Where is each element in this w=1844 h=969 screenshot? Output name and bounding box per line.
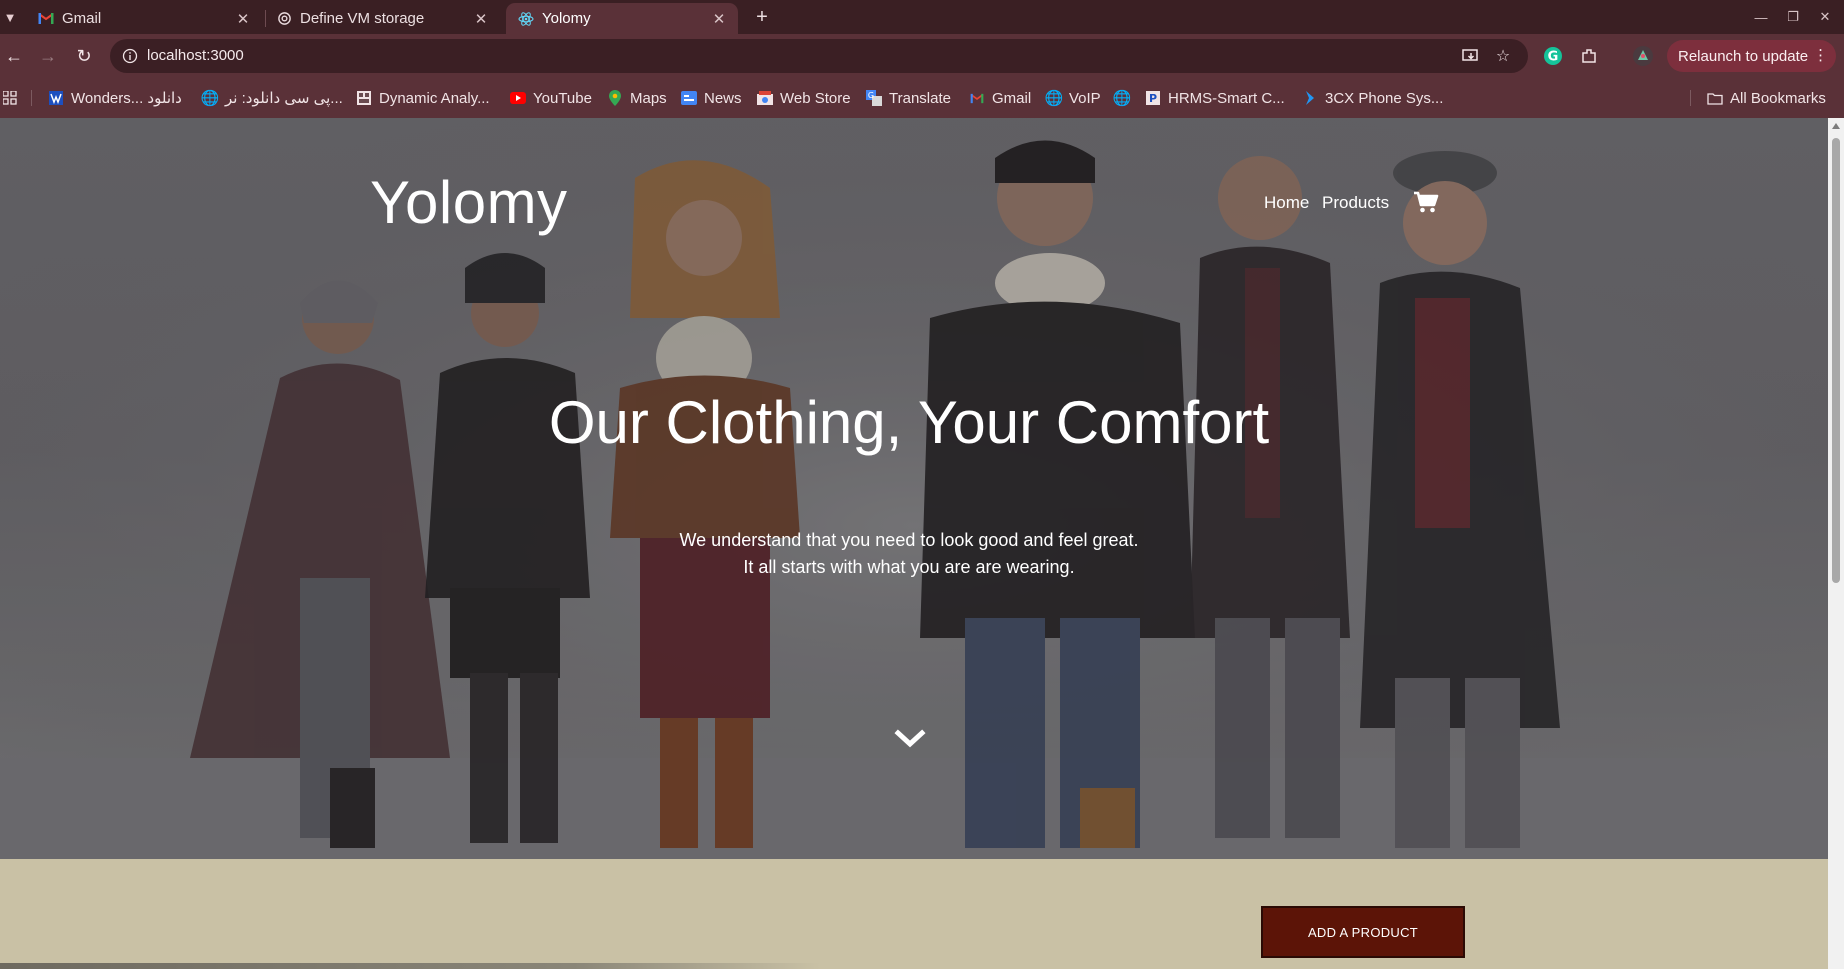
web-store-icon (757, 90, 773, 106)
profile-avatar[interactable] (1630, 43, 1656, 69)
hero-section: Yolomy Home Products Our Clothing, Your … (0, 118, 1828, 859)
site-info-icon[interactable] (120, 46, 140, 66)
bookmark-label: YouTube (533, 89, 592, 107)
add-product-label: ADD A PRODUCT (1307, 924, 1419, 940)
nav-home-link[interactable]: Home (1264, 193, 1309, 213)
tab-yolomy[interactable]: Yolomy ✕ (506, 3, 738, 34)
bookmark-news[interactable]: News (681, 88, 742, 108)
tab-gmail[interactable]: Gmail ✕ (26, 3, 262, 34)
scroll-up-arrow[interactable] (1832, 123, 1840, 129)
openai-icon (276, 11, 292, 27)
bookmark-hrms[interactable]: P HRMS-Smart C... (1145, 88, 1285, 108)
bookmark-translate[interactable]: G Translate (866, 88, 951, 108)
bookmark-youtube[interactable]: YouTube (510, 88, 592, 108)
minimize-icon[interactable]: — (1746, 4, 1776, 30)
globe-icon: 🌐 (1044, 90, 1064, 107)
close-icon[interactable]: ✕ (710, 10, 728, 28)
close-icon[interactable]: ✕ (472, 10, 490, 28)
bookmark-label: Gmail (992, 89, 1032, 107)
bookmark-label: VoIP (1069, 89, 1101, 107)
folder-icon (1707, 90, 1723, 106)
svg-text:G: G (868, 91, 874, 100)
relaunch-to-update-button[interactable]: Relaunch to update ⋮ (1667, 40, 1837, 72)
news-icon (681, 90, 697, 106)
all-bookmarks[interactable]: All Bookmarks (1707, 88, 1826, 108)
new-tab-button[interactable]: + (748, 4, 776, 30)
url-text: localhost:3000 (147, 47, 244, 64)
tab-title: Define VM storage (300, 10, 425, 27)
bookmark-label: پی سی دانلود: نر... (225, 90, 343, 107)
bookmark-maps[interactable]: Maps (607, 88, 667, 108)
hero-subtitle-line-2: It all starts with what you are are wear… (743, 557, 1075, 577)
scrollbar-thumb[interactable] (1832, 138, 1840, 583)
chevron-down-icon[interactable] (894, 728, 926, 750)
hrms-icon: P (1145, 90, 1161, 106)
tab-search-button[interactable]: ▼ (0, 4, 20, 30)
svg-text:P: P (1149, 92, 1157, 105)
reload-icon[interactable]: ↻ (70, 42, 98, 70)
gmail-icon (969, 90, 985, 106)
tab-title: Gmail (62, 10, 102, 27)
close-window-icon[interactable]: ✕ (1810, 4, 1840, 30)
bookmark-pcdownload[interactable]: 🌐 پی سی دانلود: نر... (200, 88, 343, 108)
page-viewport: Yolomy Home Products Our Clothing, Your … (0, 118, 1828, 969)
bookmark-label: Web Store (780, 89, 851, 107)
bookmark-label: Translate (889, 89, 951, 107)
apps-grid-icon[interactable] (3, 88, 17, 108)
bookmark-web-store[interactable]: Web Store (757, 88, 851, 108)
bookmark-wonders[interactable]: Wonders... دانلود (48, 88, 182, 108)
globe-icon: 🌐 (1112, 90, 1132, 107)
bookmark-globe[interactable]: 🌐 (1112, 88, 1137, 108)
bookmark-label: HRMS-Smart C... (1168, 89, 1285, 107)
hero-headline: Our Clothing, Your Comfort (548, 389, 1270, 456)
bookmark-label: Wonders... دانلود (71, 90, 182, 107)
forward-icon[interactable]: → (34, 42, 62, 70)
globe-icon: 🌐 (200, 90, 220, 107)
restore-icon[interactable]: ❐ (1778, 4, 1808, 30)
maps-pin-icon (607, 90, 623, 106)
gmail-icon (38, 11, 54, 27)
grammarly-icon[interactable]: G (1540, 43, 1566, 69)
bookmark-label: 3CX Phone Sys... (1325, 89, 1444, 107)
bookmark-label: News (704, 89, 742, 107)
bookmark-dynamic-analy[interactable]: Dynamic Analy... (356, 88, 490, 108)
nav-products-link[interactable]: Products (1322, 193, 1389, 213)
svg-text:G: G (1548, 50, 1559, 65)
site-logo[interactable]: Yolomy (370, 168, 568, 237)
wondershare-icon (48, 90, 64, 106)
react-icon (518, 11, 534, 27)
product-card-edge (0, 963, 820, 969)
bookmark-gmail[interactable]: Gmail (969, 88, 1031, 108)
address-bar[interactable]: localhost:3000 ☆ (110, 39, 1528, 73)
close-icon[interactable]: ✕ (234, 10, 252, 28)
bookmark-voip[interactable]: 🌐 VoIP (1044, 88, 1101, 108)
translate-icon: G (866, 90, 882, 106)
page-scrollbar[interactable] (1828, 118, 1844, 969)
bookmark-star-icon[interactable]: ☆ (1492, 45, 1514, 67)
tab-title: Yolomy (542, 10, 591, 27)
tab-strip: ▼ Gmail ✕ Define VM storage ✕ Yolomy ✕ +… (0, 0, 1844, 34)
back-icon[interactable]: ← (0, 42, 28, 70)
browser-toolbar: ← → ↻ localhost:3000 ☆ G Relaunch to upd… (0, 34, 1844, 118)
bookmarks-bar: Wonders... دانلود 🌐 پی سی دانلود: نر... … (0, 86, 1844, 110)
add-product-button[interactable]: ADD A PRODUCT (1261, 906, 1465, 958)
more-menu-icon[interactable]: ⋮ (1813, 46, 1828, 64)
extensions-icon[interactable] (1576, 43, 1602, 69)
bookmark-label: Dynamic Analy... (379, 89, 490, 107)
cart-icon[interactable] (1413, 190, 1439, 214)
bookmark-3cx[interactable]: 3CX Phone Sys... (1302, 88, 1443, 108)
relaunch-label: Relaunch to update (1678, 47, 1809, 65)
youtube-icon (510, 90, 526, 106)
tab-define-vm-storage[interactable]: Define VM storage ✕ (264, 3, 500, 34)
install-app-icon[interactable] (1460, 45, 1482, 67)
hero-subtitle-line-1: We understand that you need to look good… (679, 530, 1139, 550)
all-bookmarks-label: All Bookmarks (1730, 89, 1826, 107)
3cx-icon (1302, 90, 1318, 106)
dynamic-analysis-icon (356, 90, 372, 106)
bookmark-label: Maps (630, 89, 667, 107)
